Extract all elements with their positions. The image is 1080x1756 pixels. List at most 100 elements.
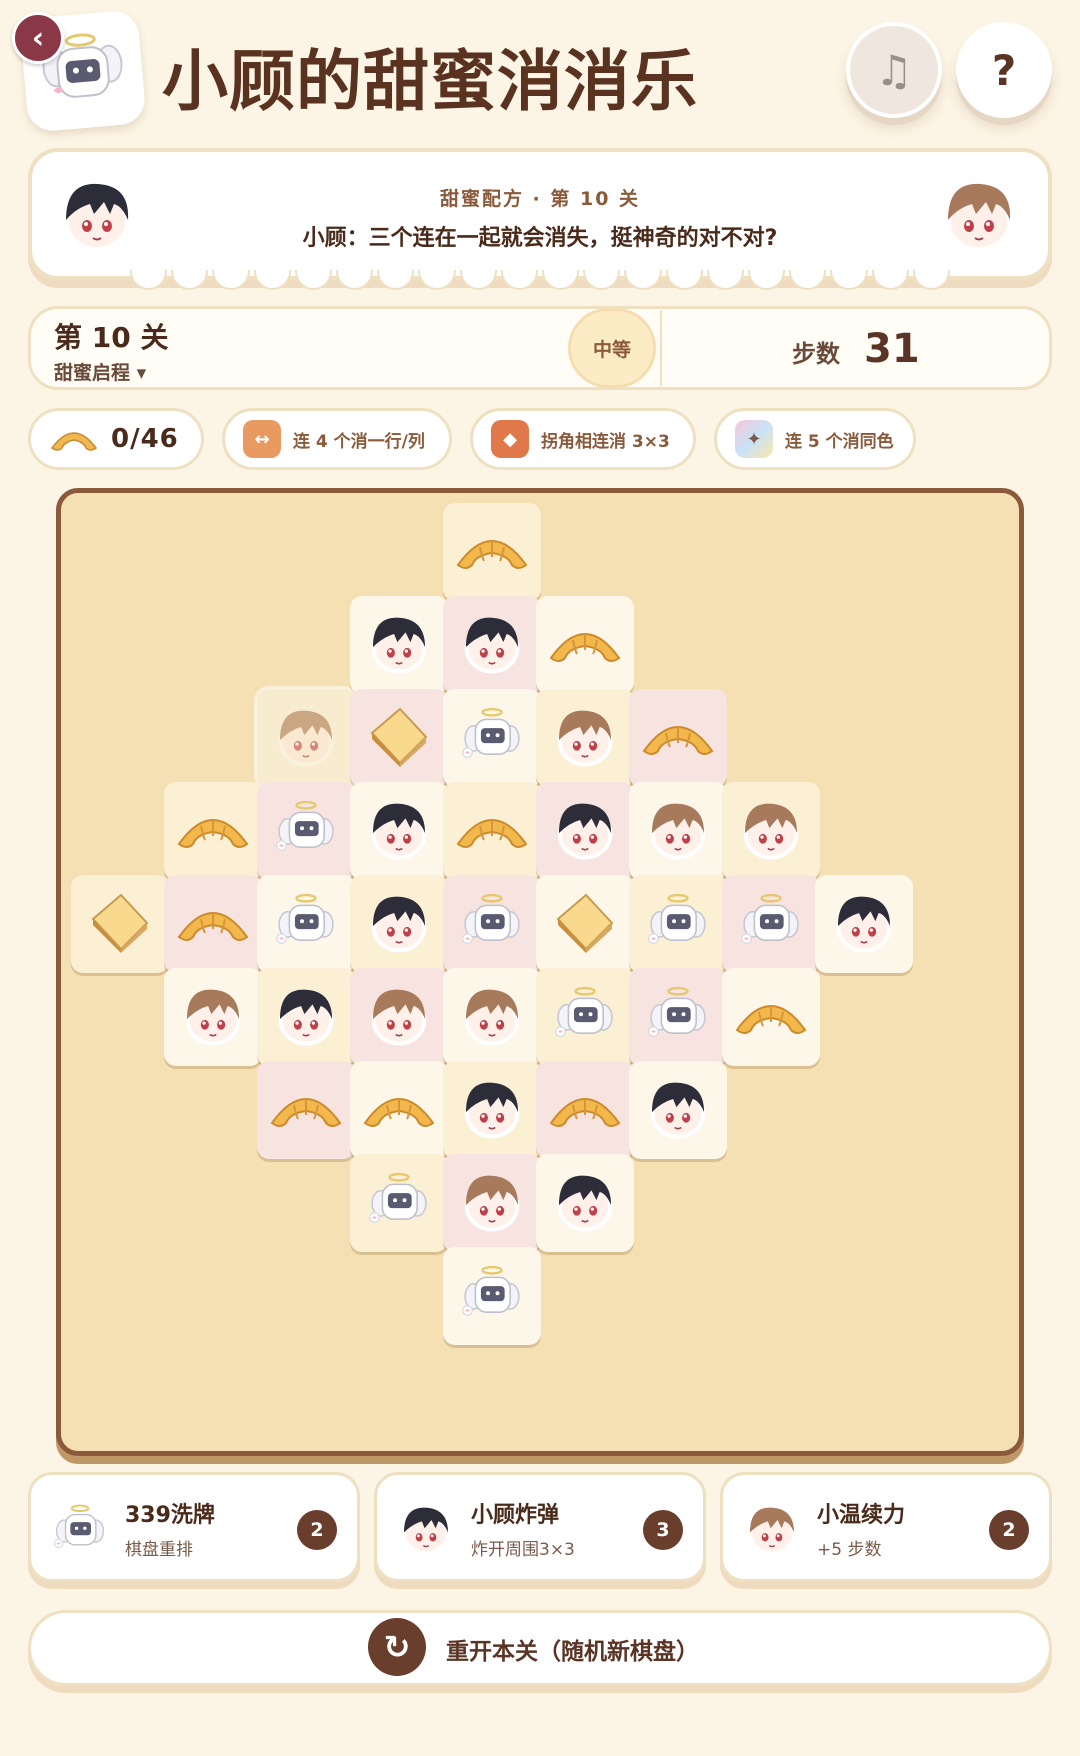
corner-bomb-icon: ◆ bbox=[491, 420, 529, 458]
board-tile-croissant[interactable] bbox=[350, 1061, 448, 1159]
robot-icon bbox=[735, 888, 807, 960]
item-desc: 炸开周围3×3 bbox=[471, 1540, 575, 1560]
board-tile-brown-hair[interactable] bbox=[164, 968, 262, 1066]
board-tile-brown-hair[interactable] bbox=[443, 968, 541, 1066]
board-tile-robot[interactable] bbox=[443, 689, 541, 787]
board-tile-toast[interactable] bbox=[350, 689, 448, 787]
board-tile-brown-hair[interactable] bbox=[629, 782, 727, 880]
board-tile-robot[interactable] bbox=[443, 875, 541, 973]
board-tile-croissant[interactable] bbox=[164, 875, 262, 973]
rainbow-sparkle-icon: ✦ bbox=[735, 420, 773, 458]
toast-icon bbox=[85, 889, 155, 959]
brown-hair-character-icon bbox=[269, 701, 343, 775]
item-shuffle-button[interactable]: 339洗牌 棋盘重排 2 bbox=[28, 1472, 360, 1582]
item-count-badge: 2 bbox=[989, 1510, 1029, 1550]
music-button[interactable]: ♫ bbox=[846, 22, 942, 118]
tile-grid bbox=[61, 493, 1019, 1451]
croissant-icon bbox=[175, 897, 251, 951]
brown-hair-character-icon bbox=[455, 1166, 529, 1240]
board-tile-robot[interactable] bbox=[722, 875, 820, 973]
dark-hair-character-icon bbox=[362, 794, 436, 868]
board-tile-robot[interactable] bbox=[629, 968, 727, 1066]
board-tile-brown-hair[interactable] bbox=[350, 968, 448, 1066]
board-tile-robot[interactable] bbox=[257, 782, 355, 880]
dark-hair-character-icon bbox=[269, 980, 343, 1054]
rule-line-text: 连 4 个消一行/列 bbox=[293, 431, 425, 452]
board-tile-croissant[interactable] bbox=[536, 596, 634, 694]
croissant-icon bbox=[454, 804, 530, 858]
steps-value: 31 bbox=[864, 326, 920, 372]
board-tile-dark-hair[interactable] bbox=[350, 875, 448, 973]
dark-hair-character-icon bbox=[395, 1499, 457, 1561]
back-button[interactable]: ‹ bbox=[12, 12, 64, 64]
rule-chip-line: ↔ 连 4 个消一行/列 bbox=[222, 408, 452, 470]
board-tile-croissant[interactable] bbox=[722, 968, 820, 1066]
dark-hair-character-icon bbox=[548, 794, 622, 868]
robot-icon bbox=[270, 888, 342, 960]
board-tile-dark-hair[interactable] bbox=[350, 596, 448, 694]
app-title: 小顾的甜蜜消消乐 bbox=[162, 43, 698, 120]
robot-icon bbox=[642, 981, 714, 1053]
dialog-text: 小顾：三个连在一起就会消失，挺神奇的对不对? bbox=[302, 226, 778, 251]
board-tile-dark-hair[interactable] bbox=[257, 968, 355, 1066]
robot-icon bbox=[49, 1499, 111, 1561]
brown-hair-character-icon bbox=[176, 980, 250, 1054]
board-tile-croissant[interactable] bbox=[443, 503, 541, 601]
board-tile-robot[interactable] bbox=[629, 875, 727, 973]
brown-hair-character-icon bbox=[734, 794, 808, 868]
goal-chip: 0/46 bbox=[28, 408, 204, 470]
help-label: ? bbox=[991, 45, 1017, 95]
board-tile-robot[interactable] bbox=[350, 1154, 448, 1252]
board-tile-dark-hair[interactable] bbox=[443, 596, 541, 694]
dialog-scallop-edge bbox=[130, 270, 951, 290]
board-tile-dark-hair[interactable] bbox=[536, 1154, 634, 1252]
dark-hair-character-icon bbox=[641, 1073, 715, 1147]
robot-icon bbox=[549, 981, 621, 1053]
board-tile-dark-hair[interactable] bbox=[350, 782, 448, 880]
board-tile-brown-hair[interactable] bbox=[722, 782, 820, 880]
robot-icon bbox=[642, 888, 714, 960]
board-tile-dark-hair[interactable] bbox=[536, 782, 634, 880]
board-tile-dark-hair[interactable] bbox=[443, 1061, 541, 1159]
board-tile-croissant[interactable] bbox=[443, 782, 541, 880]
dark-hair-character-icon bbox=[362, 608, 436, 682]
brown-hair-character-icon bbox=[362, 980, 436, 1054]
refresh-icon[interactable]: ↻ bbox=[368, 1618, 426, 1676]
board-tile-dark-hair[interactable] bbox=[629, 1061, 727, 1159]
board-tile-toast[interactable] bbox=[71, 875, 169, 973]
item-extra-steps-button[interactable]: 小温续力 +5 步数 2 bbox=[720, 1472, 1052, 1582]
board-tile-robot[interactable] bbox=[536, 968, 634, 1066]
board-tile-croissant[interactable] bbox=[257, 1061, 355, 1159]
item-name: 小温续力 bbox=[817, 1503, 906, 1528]
croissant-icon bbox=[733, 990, 809, 1044]
board-tile-dark-hair[interactable] bbox=[815, 875, 913, 973]
rule-color-text: 连 5 个消同色 bbox=[785, 431, 894, 452]
robot-icon bbox=[270, 795, 342, 867]
chapter-dropdown[interactable]: 甜蜜启程 ▾ bbox=[54, 358, 146, 385]
board-tile-brown-hair[interactable] bbox=[254, 686, 358, 790]
rule-chip-corner: ◆ 拐角相连消 3×3 bbox=[470, 408, 696, 470]
board-tile-brown-hair[interactable] bbox=[443, 1154, 541, 1252]
brown-hair-character-icon bbox=[741, 1499, 803, 1561]
help-button[interactable]: ? bbox=[956, 22, 1052, 118]
board-tile-brown-hair[interactable] bbox=[536, 689, 634, 787]
game-board[interactable] bbox=[56, 488, 1024, 1456]
brown-hair-character-icon bbox=[455, 980, 529, 1054]
item-bomb-button[interactable]: 小顾炸弹 炸开周围3×3 3 bbox=[374, 1472, 706, 1582]
board-tile-robot[interactable] bbox=[257, 875, 355, 973]
dark-hair-character-icon bbox=[455, 608, 529, 682]
board-tile-croissant[interactable] bbox=[536, 1061, 634, 1159]
item-desc: 棋盘重排 bbox=[125, 1540, 193, 1560]
board-tile-toast[interactable] bbox=[536, 875, 634, 973]
toast-icon bbox=[364, 703, 434, 773]
robot-icon bbox=[363, 1167, 435, 1239]
croissant-icon bbox=[268, 1083, 344, 1137]
restart-label[interactable]: 重开本关（随机新棋盘） bbox=[446, 1632, 699, 1666]
brown-hair-character-icon bbox=[548, 701, 622, 775]
steps-label: 步数 bbox=[792, 340, 840, 368]
chevron-left-icon: ‹ bbox=[31, 20, 45, 56]
board-tile-croissant[interactable] bbox=[164, 782, 262, 880]
board-tile-croissant[interactable] bbox=[629, 689, 727, 787]
board-tile-robot[interactable] bbox=[443, 1247, 541, 1345]
item-desc: +5 步数 bbox=[817, 1540, 882, 1560]
